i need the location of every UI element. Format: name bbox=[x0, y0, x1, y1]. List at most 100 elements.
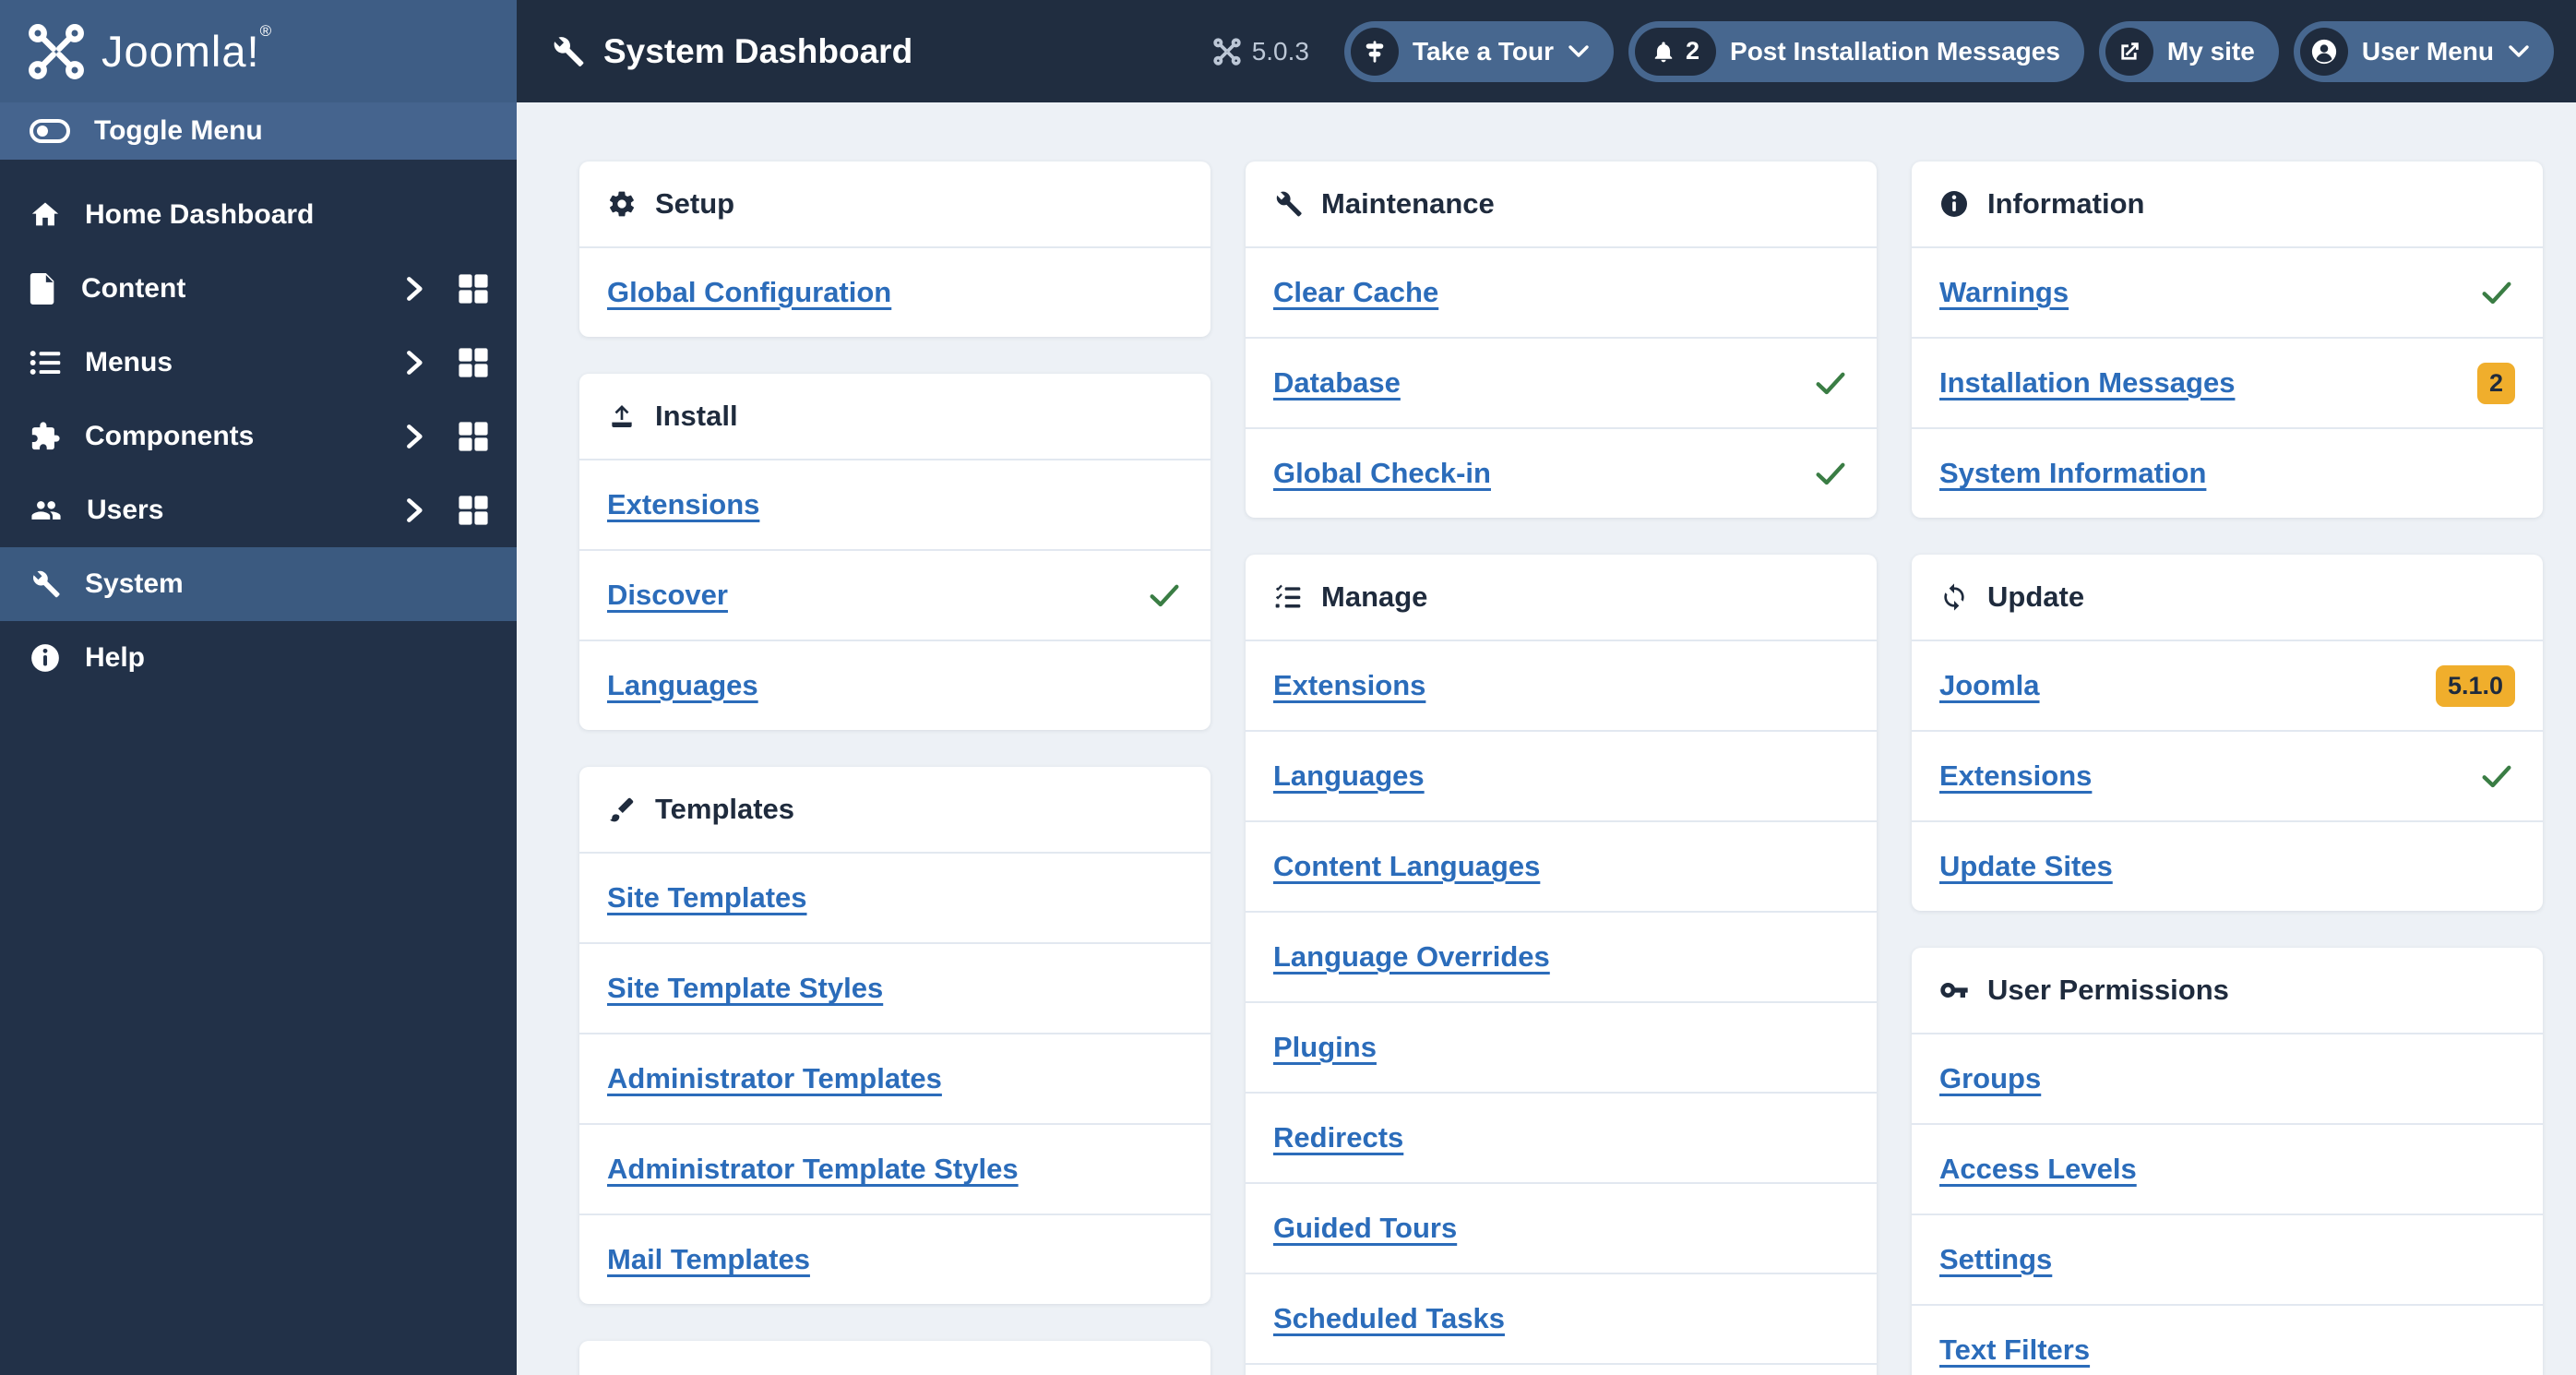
link-discover[interactable]: Discover bbox=[607, 579, 728, 612]
card-title: Maintenance bbox=[1321, 187, 1495, 220]
link-clear-cache[interactable]: Clear Cache bbox=[1273, 276, 1438, 309]
card-information: Information Warnings Installation Messag… bbox=[1912, 161, 2543, 518]
link-mail-templates[interactable]: Mail Templates bbox=[607, 1243, 810, 1276]
link-global-check-in[interactable]: Global Check-in bbox=[1273, 457, 1491, 490]
sidebar-item-label: Content bbox=[81, 273, 186, 304]
user-menu-label: User Menu bbox=[2361, 36, 2494, 66]
sidebar-item-label: Home Dashboard bbox=[85, 199, 315, 230]
post-installation-messages-button[interactable]: 2 Post Installation Messages bbox=[1628, 20, 2084, 82]
sidebar-item-home-dashboard[interactable]: Home Dashboard bbox=[0, 178, 517, 252]
chevron-right-icon[interactable] bbox=[404, 274, 426, 304]
column-3: Information Warnings Installation Messag… bbox=[1912, 161, 2543, 1375]
registered-mark: ® bbox=[259, 22, 273, 41]
card-title: Templates bbox=[655, 793, 795, 825]
take-a-tour-button[interactable]: Take a Tour bbox=[1343, 20, 1614, 82]
link-manage-extensions[interactable]: Extensions bbox=[1273, 669, 1425, 702]
link-administrator-templates[interactable]: Administrator Templates bbox=[607, 1062, 942, 1095]
card-title: Setup bbox=[655, 187, 735, 220]
grid-icon[interactable] bbox=[458, 421, 489, 452]
check-icon bbox=[1812, 365, 1849, 401]
bell-icon bbox=[1652, 39, 1676, 65]
toggle-icon bbox=[30, 117, 70, 145]
signpost-icon bbox=[1350, 27, 1399, 76]
card-title: Update bbox=[1987, 580, 2085, 613]
grid-icon[interactable] bbox=[458, 495, 489, 526]
chevron-down-icon bbox=[2508, 43, 2530, 60]
sidebar-menu: Home Dashboard Content Menus Components … bbox=[0, 160, 517, 695]
link-redirects[interactable]: Redirects bbox=[1273, 1121, 1403, 1154]
link-joomla-update[interactable]: Joomla bbox=[1939, 669, 2040, 702]
link-languages[interactable]: Languages bbox=[607, 669, 758, 702]
grid-icon[interactable] bbox=[458, 347, 489, 378]
key-icon bbox=[1939, 975, 1969, 1005]
card-row: Site Template Styles bbox=[579, 942, 1210, 1033]
sidebar-item-components[interactable]: Components bbox=[0, 400, 517, 473]
chevron-right-icon[interactable] bbox=[404, 348, 426, 377]
chevron-right-icon[interactable] bbox=[404, 496, 426, 525]
card-maintenance-header: Maintenance bbox=[1246, 161, 1877, 246]
card-row: Guided Tours bbox=[1246, 1182, 1877, 1273]
my-site-button[interactable]: My site bbox=[2098, 20, 2279, 82]
link-update-extensions[interactable]: Extensions bbox=[1939, 759, 2092, 793]
card-row: Administrator Template Styles bbox=[579, 1123, 1210, 1214]
check-icon bbox=[1146, 577, 1183, 614]
link-site-templates[interactable]: Site Templates bbox=[607, 881, 807, 915]
card-row: Redirects bbox=[1246, 1092, 1877, 1182]
sidebar-item-content[interactable]: Content bbox=[0, 252, 517, 326]
user-menu-button[interactable]: User Menu bbox=[2293, 20, 2554, 82]
link-groups[interactable]: Groups bbox=[1939, 1062, 2041, 1095]
link-update-sites[interactable]: Update Sites bbox=[1939, 850, 2113, 883]
link-extensions[interactable]: Extensions bbox=[607, 488, 759, 521]
link-site-template-styles[interactable]: Site Template Styles bbox=[607, 972, 883, 1005]
gear-icon bbox=[607, 189, 637, 219]
link-installation-messages[interactable]: Installation Messages bbox=[1939, 366, 2235, 400]
chevron-right-icon[interactable] bbox=[404, 422, 426, 451]
sidebar-item-help[interactable]: Help bbox=[0, 621, 517, 695]
card-row: Extensions bbox=[579, 459, 1210, 549]
link-administrator-template-styles[interactable]: Administrator Template Styles bbox=[607, 1153, 1019, 1186]
link-guided-tours[interactable]: Guided Tours bbox=[1273, 1212, 1457, 1245]
link-content-languages[interactable]: Content Languages bbox=[1273, 850, 1540, 883]
messages-count: 2 bbox=[1685, 37, 1700, 65]
link-language-overrides[interactable]: Language Overrides bbox=[1273, 940, 1550, 974]
card-information-header: Information bbox=[1912, 161, 2543, 246]
card-row: Content Languages bbox=[1246, 820, 1877, 911]
card-user-permissions: User Permissions Groups Access Levels Se… bbox=[1912, 948, 2543, 1375]
header-bar: System Dashboard 5.0.3 Take a Tour 2 Pos… bbox=[517, 0, 2576, 102]
card-update: Update Joomla 5.1.0 Extensions Update Si… bbox=[1912, 555, 2543, 911]
brush-icon bbox=[607, 795, 637, 824]
sidebar-item-system[interactable]: System bbox=[0, 547, 517, 621]
link-settings[interactable]: Settings bbox=[1939, 1243, 2052, 1276]
link-access-levels[interactable]: Access Levels bbox=[1939, 1153, 2137, 1186]
toggle-menu-button[interactable]: Toggle Menu bbox=[0, 102, 517, 160]
link-text-filters[interactable]: Text Filters bbox=[1939, 1333, 2090, 1367]
card-templates: Templates Site Templates Site Template S… bbox=[579, 767, 1210, 1304]
link-database[interactable]: Database bbox=[1273, 366, 1401, 400]
grid-icon[interactable] bbox=[458, 273, 489, 305]
info-circle-icon bbox=[30, 642, 61, 674]
card-row: Plugins bbox=[1246, 1001, 1877, 1092]
dashboard-content: Setup Global Configuration Install Exten… bbox=[517, 102, 2576, 1375]
card-row: Site Templates bbox=[579, 852, 1210, 942]
link-plugins[interactable]: Plugins bbox=[1273, 1031, 1377, 1064]
card-title: User Permissions bbox=[1987, 974, 2229, 1006]
wrench-icon bbox=[550, 34, 585, 69]
link-scheduled-tasks[interactable]: Scheduled Tasks bbox=[1273, 1302, 1505, 1335]
sidebar-item-users[interactable]: Users bbox=[0, 473, 517, 547]
list-icon bbox=[30, 347, 61, 378]
link-system-information[interactable]: System Information bbox=[1939, 457, 2206, 490]
card-row: Languages bbox=[579, 640, 1210, 730]
sidebar-item-menus[interactable]: Menus bbox=[0, 326, 517, 400]
card-row: Installation Messages 2 bbox=[1912, 337, 2543, 427]
card-row: Joomla 5.1.0 bbox=[1912, 640, 2543, 730]
card-row: Settings bbox=[1912, 1214, 2543, 1304]
joomla-version: 5.0.3 bbox=[1213, 37, 1309, 66]
card-title: Install bbox=[655, 400, 738, 432]
link-manage-languages[interactable]: Languages bbox=[1273, 759, 1425, 793]
version-badge: 5.1.0 bbox=[2435, 664, 2515, 707]
card-setup: Setup Global Configuration bbox=[579, 161, 1210, 337]
link-warnings[interactable]: Warnings bbox=[1939, 276, 2069, 309]
card-row: Global Configuration bbox=[579, 246, 1210, 337]
header-actions: 5.0.3 Take a Tour 2 Post Installation Me… bbox=[1213, 20, 2554, 82]
link-global-configuration[interactable]: Global Configuration bbox=[607, 276, 891, 309]
